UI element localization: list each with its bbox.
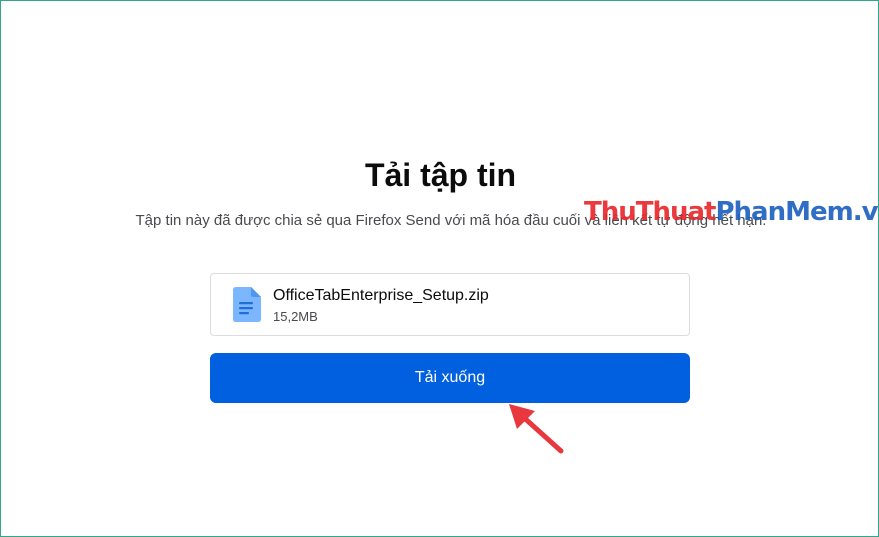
watermark-logo: ThuThuatPhanMem.vn <box>584 197 879 227</box>
page-title: Tải tập tin <box>364 157 517 193</box>
watermark-part2: PhanMem.vn <box>715 197 879 227</box>
watermark-part1: ThuThuat <box>584 197 716 227</box>
file-size: 15,2MB <box>273 309 318 324</box>
document-icon <box>233 287 261 322</box>
page-frame: Tải tập tin Tập tin này đã được chia sẻ … <box>0 0 879 537</box>
annotation-arrow-icon <box>509 404 564 454</box>
file-card: OfficeTabEnterprise_Setup.zip 15,2MB <box>210 273 690 336</box>
download-button[interactable]: Tải xuống <box>210 353 690 403</box>
file-name: OfficeTabEnterprise_Setup.zip <box>273 287 489 304</box>
